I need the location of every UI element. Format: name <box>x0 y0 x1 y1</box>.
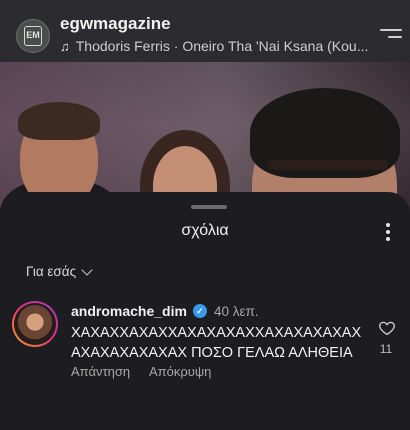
comment-header: andromache_dim ✓ 40 λεπ. <box>71 303 259 319</box>
heart-icon[interactable] <box>378 319 396 337</box>
sheet-drag-handle[interactable] <box>191 205 227 209</box>
person-left-hair <box>18 102 100 140</box>
music-note-icon: ♫ <box>60 38 70 54</box>
reply-button[interactable]: Απάντηση <box>71 364 130 379</box>
sheet-title: σχόλια <box>181 222 229 239</box>
menu-icon[interactable] <box>380 29 402 43</box>
comment-time: 40 λεπ. <box>213 303 259 319</box>
comment-username[interactable]: andromache_dim <box>71 303 187 319</box>
like-count: 11 <box>379 342 393 356</box>
audio-track-label: Thodoris Ferris · Oneiro Tha 'Nai Ksana … <box>75 38 369 54</box>
audio-track[interactable]: ♫ Thodoris Ferris · Oneiro Tha 'Nai Ksan… <box>60 38 370 54</box>
comments-sheet: σχόλια Για εσάς andromache_dim ✓ 40 λεπ.… <box>0 192 410 430</box>
verified-badge-icon: ✓ <box>192 304 207 318</box>
commenter-photo <box>16 305 54 343</box>
reel-header: EM egwmagazine ♫ Thodoris Ferris · Oneir… <box>0 0 410 62</box>
commenter-avatar[interactable] <box>12 301 58 347</box>
filter-label: Για εσάς <box>26 264 77 279</box>
comments-filter-dropdown[interactable]: Για εσάς <box>26 263 93 279</box>
more-vertical-icon[interactable] <box>386 223 392 244</box>
hide-button[interactable]: Απόκρυψη <box>149 364 211 379</box>
account-avatar[interactable]: EM <box>16 19 50 53</box>
comment-actions: Απάντηση Απόκρυψη <box>71 364 227 379</box>
person-right-brows <box>268 160 388 170</box>
comment-text: ΧΑΧΑΧΧΑΧΑΧΧΑΧΑΧΑΧΑΧΧΑΧΑΧΑΧΑΧΑΧ ΑΧΑΧΑΧΑΧΑ… <box>71 325 362 361</box>
account-logo: EM <box>24 26 42 46</box>
account-name[interactable]: egwmagazine <box>60 14 171 34</box>
chevron-down-icon <box>81 263 93 276</box>
